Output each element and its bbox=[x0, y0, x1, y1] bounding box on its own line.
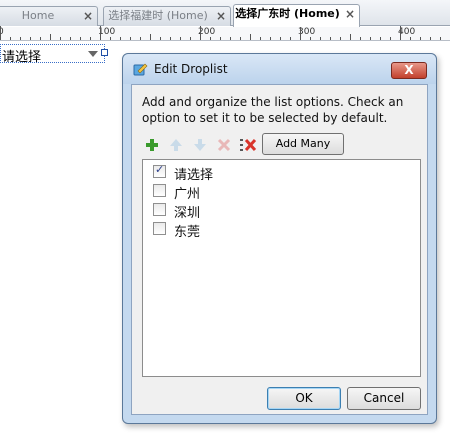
ruler-tick bbox=[60, 37, 61, 40]
dialog-title: Edit Droplist bbox=[154, 62, 228, 76]
add-icon[interactable] bbox=[143, 136, 161, 154]
ruler-tick bbox=[80, 37, 81, 40]
tab-home-label: Home bbox=[21, 9, 55, 22]
move-up-icon[interactable] bbox=[167, 136, 185, 154]
dropdown-arrow-icon bbox=[88, 51, 98, 57]
ruler-tick bbox=[400, 26, 401, 40]
ruler-tick bbox=[350, 34, 351, 40]
ruler-tick bbox=[200, 26, 201, 40]
ruler-tick bbox=[170, 37, 171, 40]
resize-handle[interactable] bbox=[101, 49, 108, 56]
close-icon: X bbox=[404, 63, 414, 77]
ruler-tick bbox=[320, 37, 321, 40]
option-checkbox[interactable] bbox=[153, 184, 166, 197]
ruler-tick bbox=[420, 37, 421, 40]
delete-icon[interactable] bbox=[215, 136, 233, 154]
ruler-tick bbox=[340, 37, 341, 40]
tab-guangdong[interactable]: 选择广东时 (Home) × bbox=[233, 4, 360, 27]
ruler-tick bbox=[430, 37, 431, 40]
dialog-titlebar[interactable]: Edit Droplist X bbox=[123, 54, 436, 84]
ruler-tick bbox=[360, 37, 361, 40]
droplist-app-icon bbox=[133, 63, 148, 76]
ruler-tick bbox=[40, 37, 41, 40]
option-label: 深圳 bbox=[174, 206, 201, 221]
ruler-tick bbox=[310, 37, 311, 40]
ruler-tick bbox=[260, 37, 261, 40]
ruler-tick bbox=[370, 37, 371, 40]
tab-guangdong-label: 选择广东时 (Home) bbox=[235, 7, 340, 20]
document-tab-strip: Home × 选择福建时 (Home) × 选择广东时 (Home) × bbox=[0, 0, 450, 27]
add-many-button[interactable]: Add Many bbox=[262, 133, 344, 155]
checkmark-icon: ✓ bbox=[155, 163, 165, 176]
tab-fujian-label: 选择福建时 (Home) bbox=[108, 9, 208, 22]
list-item[interactable]: ✓ 请选择 bbox=[143, 163, 413, 183]
ruler-tick bbox=[20, 37, 21, 40]
ruler-tick bbox=[240, 37, 241, 40]
ruler-tick bbox=[120, 37, 121, 40]
ruler-tick bbox=[160, 37, 161, 40]
ruler-tick bbox=[330, 37, 331, 40]
cancel-button[interactable]: Cancel bbox=[347, 387, 421, 410]
ruler-tick bbox=[230, 37, 231, 40]
dialog-close-button[interactable]: X bbox=[391, 62, 427, 79]
ruler-tick bbox=[220, 37, 221, 40]
list-item[interactable]: 深圳 bbox=[143, 201, 413, 221]
list-item[interactable]: 东莞 bbox=[143, 220, 413, 240]
ruler-tick bbox=[190, 37, 191, 40]
edit-droplist-dialog: Edit Droplist X Add and organize the lis… bbox=[122, 53, 437, 424]
canvas-droplist-value: 请选择 bbox=[2, 50, 42, 65]
tab-home-close-icon[interactable]: × bbox=[83, 7, 93, 25]
ok-button[interactable]: OK bbox=[267, 387, 341, 410]
ruler-tick bbox=[130, 37, 131, 40]
ruler-tick bbox=[0, 26, 1, 40]
options-listbox[interactable]: ✓ 请选择 广州 深圳 东莞 bbox=[142, 159, 421, 377]
option-label: 广州 bbox=[174, 187, 201, 202]
move-down-icon[interactable] bbox=[191, 136, 209, 154]
ruler-tick bbox=[210, 37, 211, 40]
tab-fujian[interactable]: 选择福建时 (Home) × bbox=[103, 6, 231, 26]
ruler-tick bbox=[410, 37, 411, 40]
option-label: 请选择 bbox=[174, 168, 214, 183]
ruler-tick bbox=[10, 37, 11, 40]
ruler-tick bbox=[180, 37, 181, 40]
ruler-tick bbox=[30, 37, 31, 40]
ruler-tick bbox=[380, 37, 381, 40]
list-item[interactable]: 广州 bbox=[143, 182, 413, 202]
horizontal-ruler: 0 100 200 300 400 bbox=[0, 26, 450, 41]
ruler-tick bbox=[280, 37, 281, 40]
dialog-description: Add and organize the list options. Check… bbox=[142, 95, 404, 125]
ruler-tick bbox=[110, 37, 111, 40]
ruler-tick bbox=[440, 37, 441, 40]
ruler-tick bbox=[390, 37, 391, 40]
tab-home[interactable]: Home × bbox=[0, 6, 98, 26]
tab-guangdong-close-icon[interactable]: × bbox=[345, 5, 355, 23]
tab-fujian-close-icon[interactable]: × bbox=[216, 7, 226, 25]
option-checkbox[interactable] bbox=[153, 203, 166, 216]
option-checkbox[interactable] bbox=[153, 222, 166, 235]
canvas-droplist-widget[interactable]: 请选择 bbox=[0, 44, 108, 65]
ruler-tick bbox=[150, 34, 151, 40]
ruler-tick bbox=[100, 26, 101, 40]
ruler-tick bbox=[50, 34, 51, 40]
ruler-tick bbox=[70, 37, 71, 40]
ruler-tick bbox=[270, 37, 271, 40]
ruler-tick bbox=[90, 37, 91, 40]
option-checkbox[interactable]: ✓ bbox=[153, 163, 166, 178]
ruler-tick bbox=[290, 37, 291, 40]
dialog-body: Add and organize the list options. Check… bbox=[131, 84, 428, 415]
delete-all-icon[interactable] bbox=[239, 136, 257, 154]
option-label: 东莞 bbox=[174, 225, 201, 240]
ruler-tick bbox=[140, 37, 141, 40]
ruler-tick bbox=[250, 34, 251, 40]
ruler-tick bbox=[300, 26, 301, 40]
